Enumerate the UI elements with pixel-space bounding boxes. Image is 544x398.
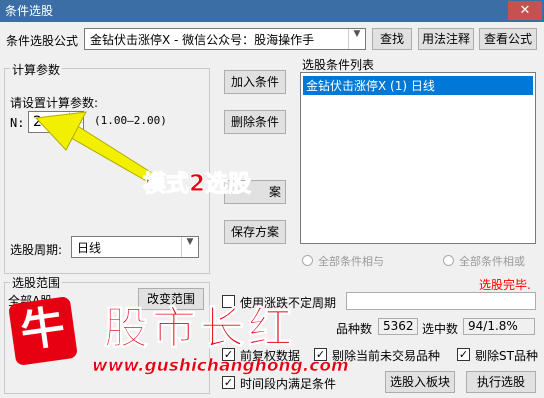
watermark-logo: 牛 bbox=[7, 295, 79, 367]
annotation-label: 模式2选股 bbox=[142, 171, 252, 198]
watermark-brand: 股市长红 bbox=[104, 303, 296, 355]
watermark-url: www.gushichanghong.com bbox=[92, 356, 349, 377]
